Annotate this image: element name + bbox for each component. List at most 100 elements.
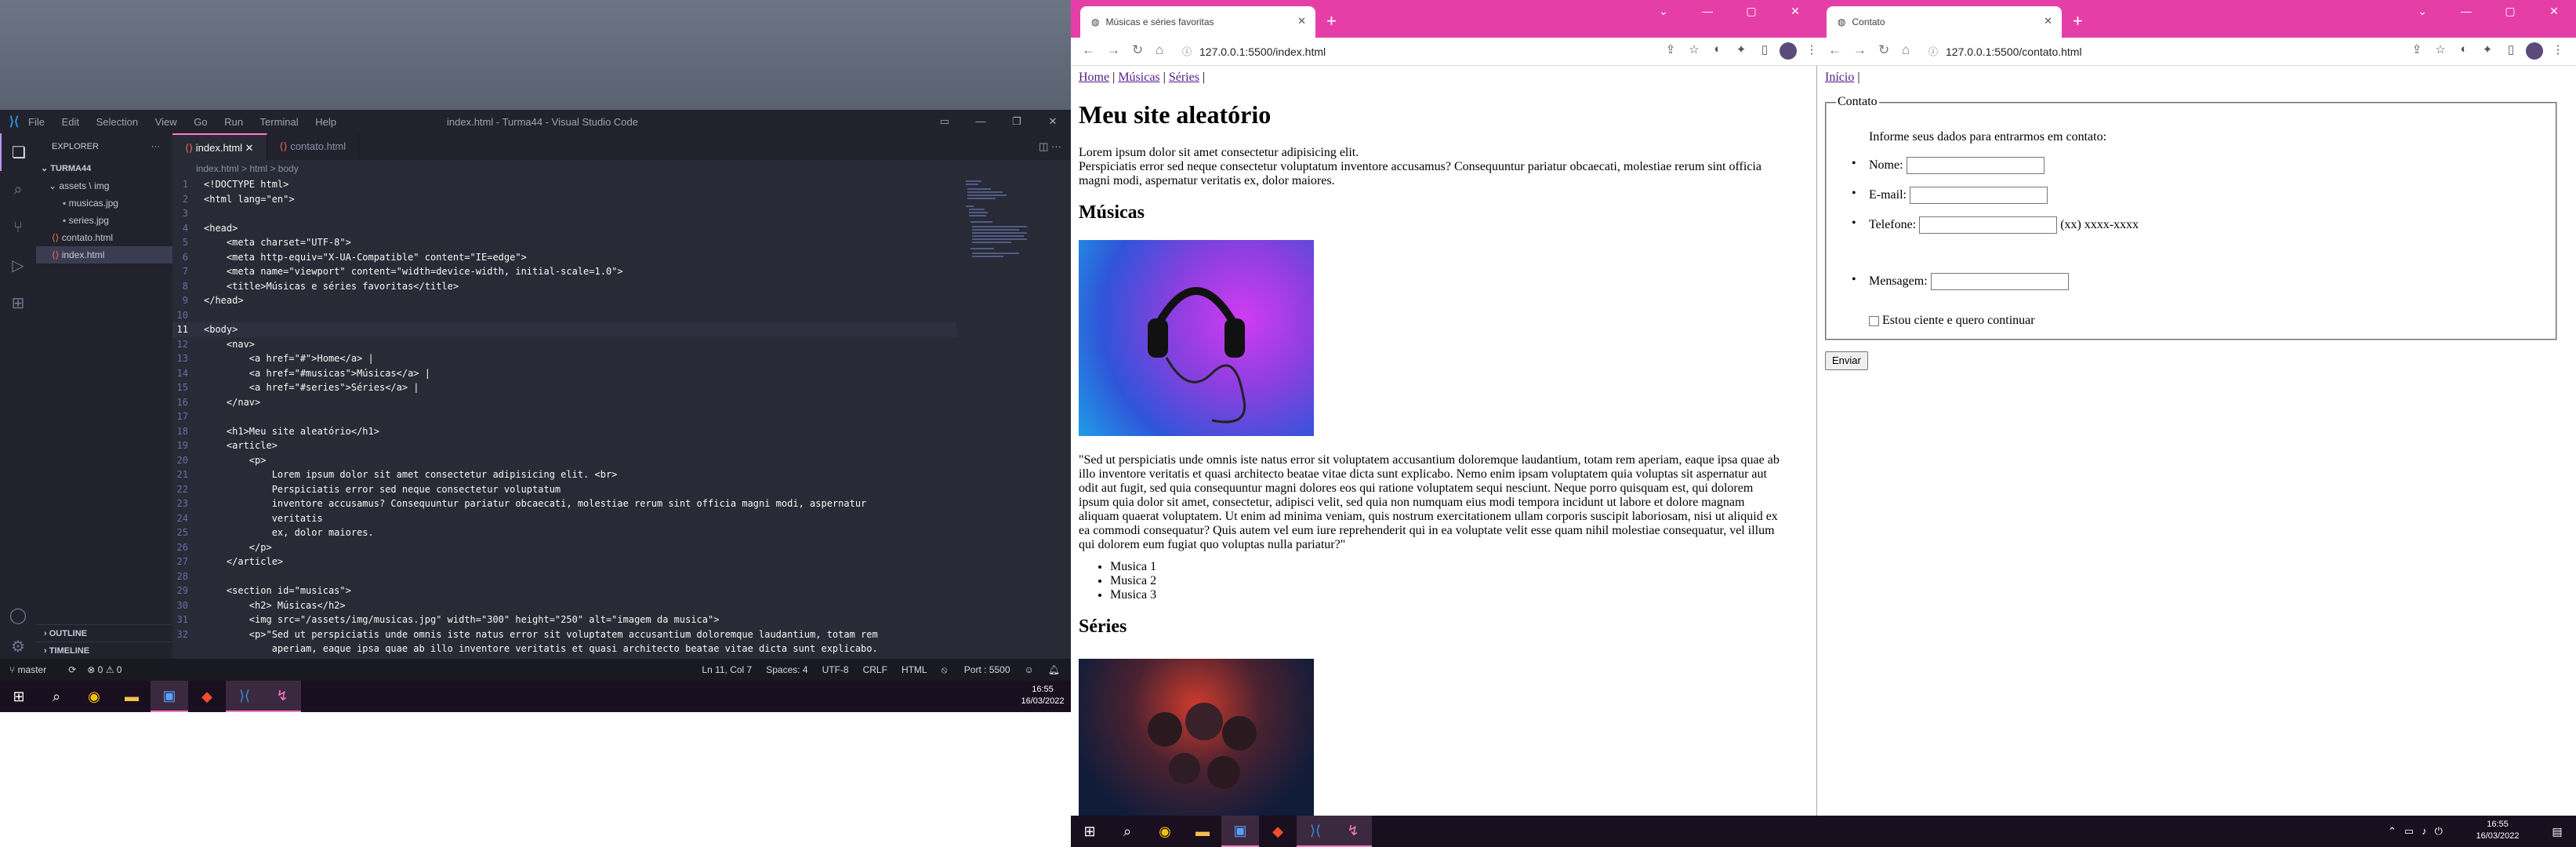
close-tab-icon[interactable]: ✕ <box>2044 15 2052 27</box>
avatar[interactable] <box>2526 42 2543 60</box>
code-line[interactable]: 29 <section id="musicas"> <box>172 583 956 598</box>
indent-setting[interactable]: Spaces: 4 <box>766 664 807 676</box>
code-line[interactable]: 2 <html lang="en"> <box>172 192 956 207</box>
code-line[interactable]: 23 inventore accusamus? Consequuntur par… <box>172 496 956 511</box>
zoom-icon[interactable]: ▣ <box>151 681 188 712</box>
nav-link-series[interactable]: Séries <box>1169 71 1199 84</box>
reload-icon[interactable]: ↻ <box>1132 42 1143 58</box>
code-line[interactable]: 31 <img src="/assets/img/musicas.jpg" wi… <box>172 613 956 627</box>
minimize-icon[interactable]: — <box>2444 0 2488 24</box>
folder-turma44[interactable]: ⌄ TURMA44 <box>36 160 172 177</box>
share-icon[interactable]: ⇪ <box>2405 42 2429 60</box>
reload-icon[interactable]: ↻ <box>1878 42 1889 58</box>
menu-view[interactable]: View <box>155 116 177 128</box>
menu-help[interactable]: Help <box>315 116 336 128</box>
close-icon[interactable]: ✕ <box>1035 110 1071 133</box>
share-icon[interactable]: ⇪ <box>1659 42 1682 60</box>
code-line[interactable]: 1 <!DOCTYPE html> <box>172 177 956 192</box>
forward-icon[interactable]: → <box>1107 42 1120 58</box>
code-line[interactable]: 9 </head> <box>172 293 956 308</box>
git-icon[interactable]: ◆ <box>1259 816 1297 847</box>
code-line[interactable]: 30 <h2> Músicas</h2> <box>172 598 956 613</box>
code-line[interactable]: 22 Perspiciatis error sed neque consecte… <box>172 482 956 497</box>
menu-terminal[interactable]: Terminal <box>260 116 299 128</box>
app-taskbar-icon[interactable]: ↯ <box>263 681 301 712</box>
menu-go[interactable]: Go <box>194 116 207 128</box>
sidebar-icon[interactable]: ▯ <box>1753 42 1776 60</box>
code-line[interactable]: 10 <box>172 308 956 323</box>
search-icon[interactable]: ⌕ <box>1108 816 1146 847</box>
home-icon[interactable]: ⌂ <box>1156 42 1163 58</box>
more-actions-icon[interactable]: ··· <box>151 133 160 160</box>
bookmark-star-icon[interactable]: ☆ <box>1682 42 1706 60</box>
code-line[interactable]: 8 <title>Músicas e séries favoritas</tit… <box>172 279 956 294</box>
extension-icon[interactable]: ◐ <box>2452 42 2476 60</box>
code-line[interactable]: 6 <meta http-equiv="X-UA-Compatible" con… <box>172 250 956 265</box>
git-icon[interactable]: ◆ <box>188 681 226 712</box>
nav-link-home[interactable]: Home <box>1079 71 1109 84</box>
home-icon[interactable]: ⌂ <box>1902 42 1910 58</box>
restore-icon[interactable]: ▢ <box>2488 0 2532 24</box>
line-ending[interactable]: CRLF <box>863 664 887 676</box>
code-line[interactable]: 11 <body> <box>172 322 956 337</box>
new-tab-icon[interactable]: + <box>1326 11 1337 31</box>
chevron-down-icon[interactable]: ⌄ <box>1642 0 1685 24</box>
code-line[interactable]: 12 <nav> <box>172 337 956 352</box>
chrome-icon[interactable]: ◉ <box>75 681 113 712</box>
split-editor-icon[interactable]: ◫ ··· <box>1039 133 1061 160</box>
minimize-icon[interactable]: — <box>1685 0 1729 24</box>
notification-center-icon[interactable]: ▤ <box>2538 816 2576 847</box>
code-line[interactable]: 19 <article> <box>172 438 956 453</box>
address-bar[interactable]: ⓘ 127.0.0.1:5500/contato.html <box>1922 42 2377 62</box>
search-icon[interactable]: ⌕ <box>0 171 36 209</box>
code-line[interactable]: 27 </article> <box>172 554 956 569</box>
new-tab-icon[interactable]: + <box>2073 11 2083 31</box>
info-icon[interactable]: ⓘ <box>1182 42 1192 62</box>
code-line[interactable]: 7 <meta name="viewport" content="width=d… <box>172 264 956 279</box>
file-explorer-icon[interactable]: ▬ <box>1184 816 1221 847</box>
file-explorer-icon[interactable]: ▬ <box>113 681 151 712</box>
taskbar-clock-left[interactable]: 16:55 16/03/2022 <box>1019 684 1066 707</box>
bookmark-star-icon[interactable]: ☆ <box>2429 42 2452 60</box>
code-line[interactable]: 4 <head> <box>172 221 956 236</box>
telefone-input[interactable] <box>1919 216 2058 234</box>
windows-start-icon[interactable]: ⊞ <box>0 681 38 712</box>
tree-folder-assets-img[interactable]: ⌄ assets \ img <box>36 177 172 194</box>
code-line[interactable]: 14 <a href="#musicas">Músicas</a> | <box>172 366 956 381</box>
code-line[interactable]: 5 <meta charset="UTF-8"> <box>172 235 956 250</box>
menu-dots-icon[interactable]: ⋮ <box>2546 42 2570 60</box>
extensions-icon[interactable]: ⊞ <box>0 284 36 322</box>
live-server-port[interactable]: ⦸ Port : 5500 <box>942 664 1010 676</box>
sync-icon[interactable]: ⟳ <box>68 664 76 675</box>
code-line[interactable]: 16 </nav> <box>172 395 956 410</box>
tree-file-contato[interactable]: ⟨⟩ contato.html <box>36 229 172 246</box>
minimap[interactable] <box>964 177 1027 303</box>
puzzle-icon[interactable]: ✦ <box>1729 42 1753 60</box>
enviar-button[interactable]: Enviar <box>1825 351 1868 370</box>
tree-file-musicas[interactable]: ▪ musicas.jpg <box>36 194 172 212</box>
layout-icon[interactable]: ▭ <box>927 110 963 133</box>
feedback-icon[interactable]: ☺ <box>1025 664 1034 676</box>
consent-checkbox[interactable] <box>1869 315 1879 326</box>
notifications-icon[interactable]: 🔔︎ <box>1048 664 1060 676</box>
nav-link-musicas[interactable]: Músicas <box>1118 71 1159 84</box>
chevron-down-icon[interactable]: ⌄ <box>2400 0 2444 24</box>
tab-contato-html[interactable]: ⟨⟩ contato.html <box>267 133 360 160</box>
forward-icon[interactable]: → <box>1853 42 1867 58</box>
explorer-icon[interactable]: ❏ <box>0 133 36 171</box>
avatar[interactable] <box>1780 42 1797 60</box>
zoom-icon[interactable]: ▣ <box>1221 816 1259 847</box>
branch-indicator[interactable]: ⑂ master <box>9 664 57 675</box>
info-icon[interactable]: ⓘ <box>1928 42 1938 62</box>
code-editor[interactable]: 1 <!DOCTYPE html> 2 <html lang="en"> 3 4 <head… <box>172 177 956 659</box>
language-mode[interactable]: HTML <box>902 664 927 676</box>
code-line[interactable]: 26 </p> <box>172 540 956 555</box>
search-icon[interactable]: ⌕ <box>38 681 75 712</box>
browser-tab-index[interactable]: ◍ Músicas e séries favoritas ✕ <box>1080 6 1315 38</box>
close-tab-icon[interactable]: ✕ <box>1297 15 1306 27</box>
code-line[interactable]: 17 <box>172 409 956 424</box>
menu-run[interactable]: Run <box>224 116 243 128</box>
code-line[interactable]: 13 <a href="#">Home</a> | <box>172 351 956 366</box>
menu-edit[interactable]: Edit <box>62 116 79 128</box>
cursor-position[interactable]: Ln 11, Col 7 <box>702 664 752 676</box>
